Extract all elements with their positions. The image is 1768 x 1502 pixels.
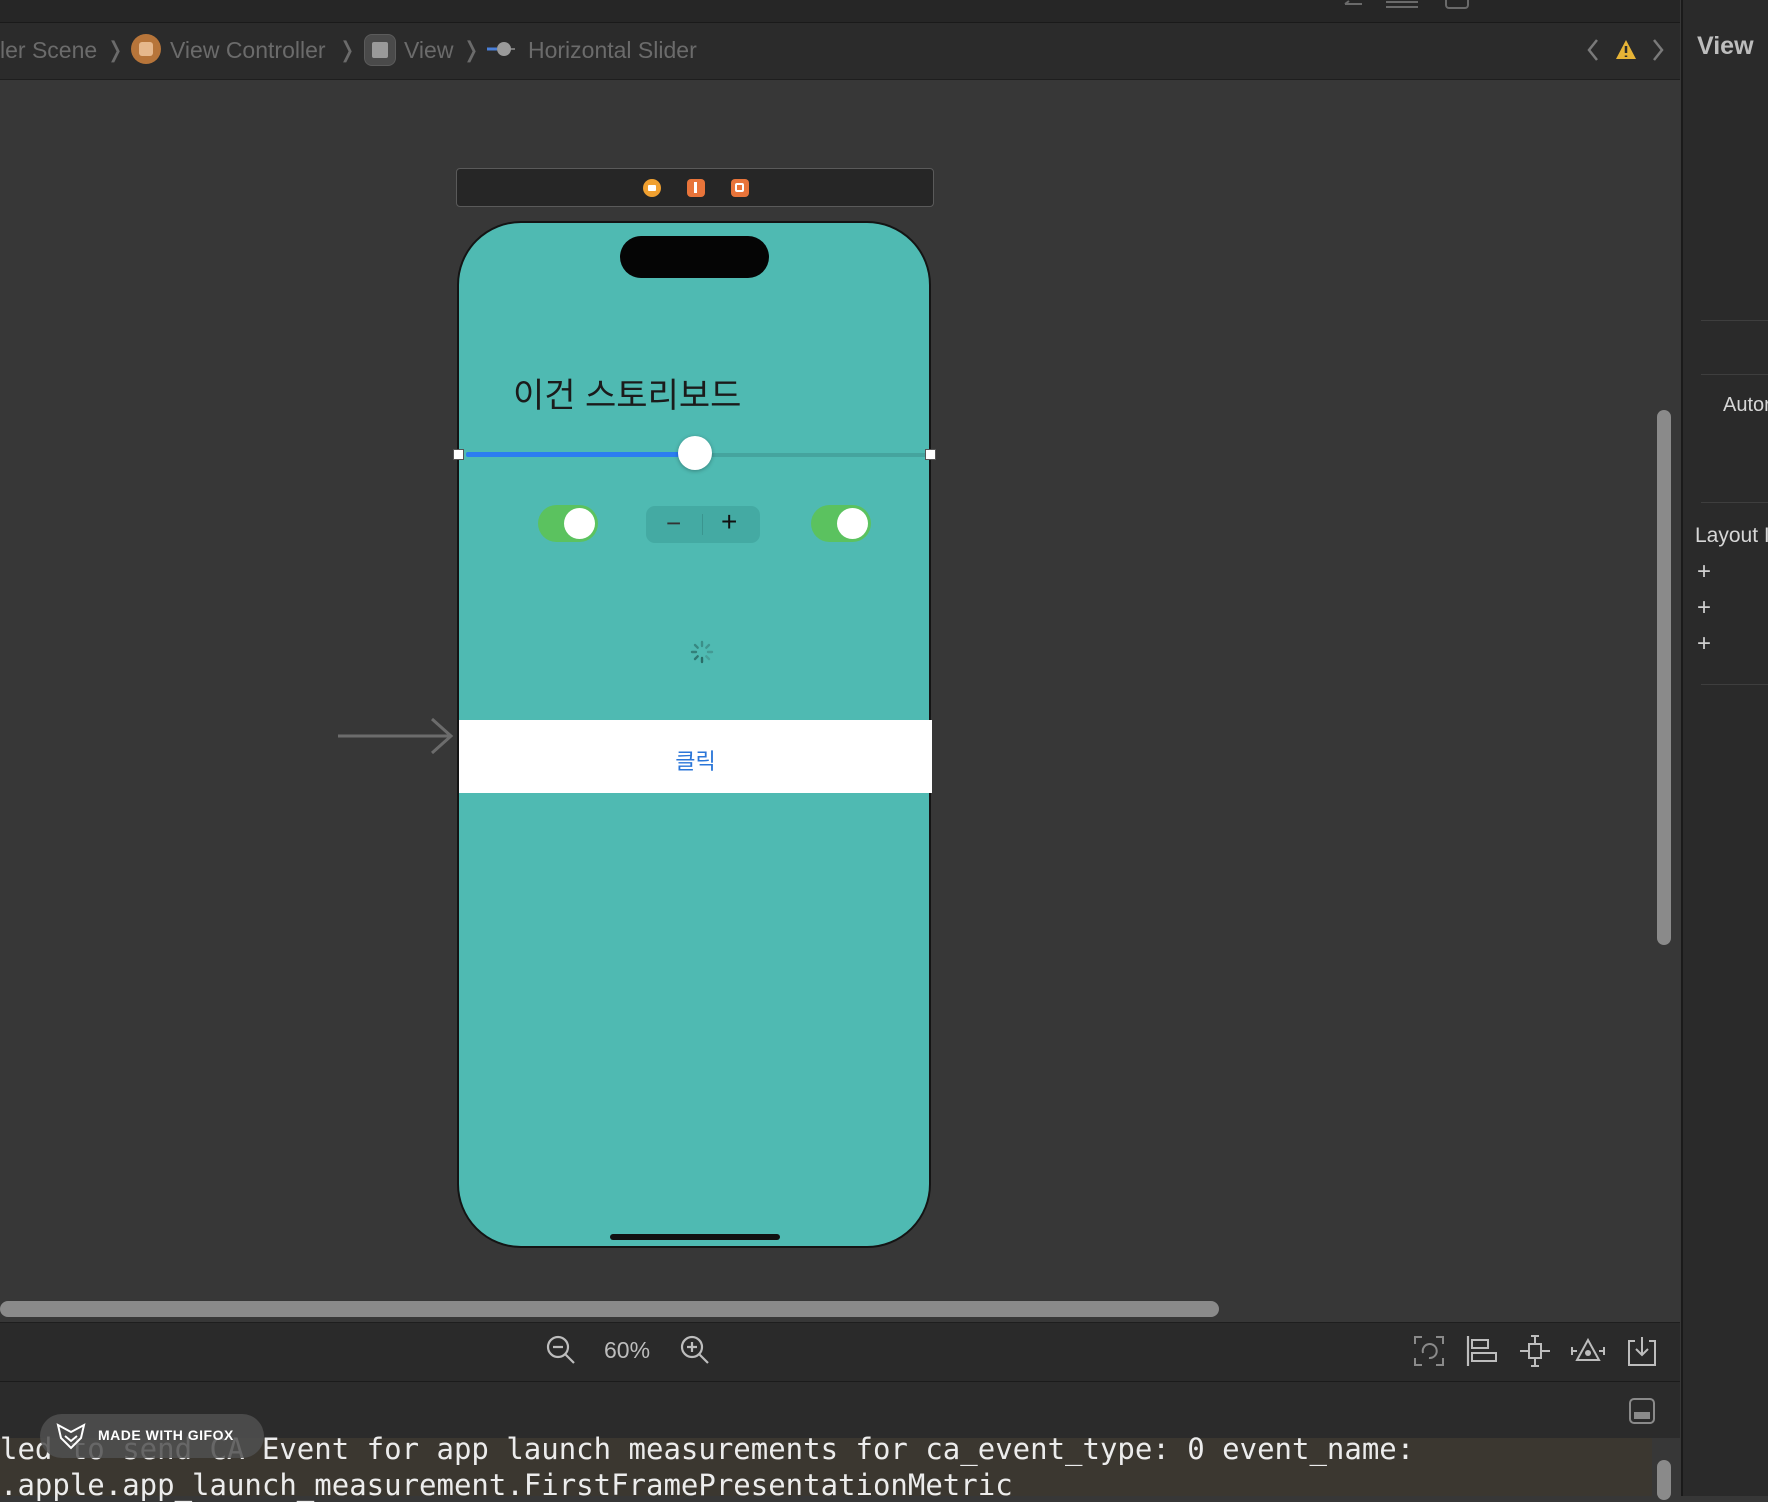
- zoom-level: 60%: [604, 1337, 651, 1363]
- pin-icon[interactable]: [1519, 1335, 1551, 1367]
- scene-dock: [456, 168, 934, 207]
- slider-max-track: [695, 453, 931, 457]
- resolve-issues-icon[interactable]: [1571, 1335, 1605, 1367]
- first-responder-icon[interactable]: [687, 179, 705, 197]
- selection-handle-left[interactable]: [453, 449, 464, 460]
- view-controller-dock-icon[interactable]: [643, 179, 661, 197]
- home-indicator: [610, 1234, 780, 1240]
- next-issue-icon: [1653, 39, 1664, 61]
- selection-handle-right[interactable]: [925, 449, 936, 460]
- crumb-view-controller[interactable]: View Controller: [170, 37, 326, 64]
- canvas-horizontal-scrollbar[interactable]: [0, 1301, 1219, 1317]
- dynamic-island: [620, 236, 769, 278]
- inspector-panel: View Autor Layout I + + +: [1681, 0, 1768, 1496]
- add-button[interactable]: +: [1697, 594, 1711, 622]
- crumb-separator: ❭: [462, 37, 481, 62]
- initial-view-controller-arrow[interactable]: [338, 716, 458, 756]
- autoresizing-label: Autor: [1723, 394, 1768, 416]
- editor-options-icon[interactable]: [1340, 0, 1470, 14]
- view-icon: [364, 34, 396, 66]
- switch-right[interactable]: [811, 505, 871, 542]
- update-frames-icon[interactable]: [1413, 1335, 1445, 1367]
- inspector-title: View: [1697, 32, 1754, 60]
- stepper-decrement[interactable]: −: [666, 508, 681, 539]
- canvas-bottom-toolbar: [0, 1322, 1680, 1381]
- canvas-vertical-scrollbar[interactable]: [1657, 410, 1671, 945]
- zoom-out-icon[interactable]: [545, 1334, 577, 1366]
- activity-indicator[interactable]: [690, 640, 714, 664]
- gifox-label: MADE WITH GIFOX: [98, 1427, 234, 1443]
- crumb-scene[interactable]: ler Scene: [0, 37, 97, 64]
- layout-guides-label: Layout I: [1695, 524, 1768, 547]
- stepper-increment[interactable]: +: [721, 506, 737, 538]
- add-button[interactable]: +: [1697, 630, 1711, 658]
- issue-navigation[interactable]: [1586, 37, 1666, 63]
- exit-icon[interactable]: [731, 179, 749, 197]
- crumb-horizontal-slider[interactable]: Horizontal Slider: [528, 37, 697, 64]
- slider-min-track: [466, 452, 695, 457]
- gifox-logo-icon: [56, 1423, 86, 1450]
- crumb-view[interactable]: View: [404, 37, 453, 64]
- switch-left[interactable]: [538, 505, 598, 542]
- previous-issue-icon: [1587, 39, 1598, 61]
- slider-thumb[interactable]: [678, 436, 712, 470]
- embed-icon[interactable]: [1626, 1335, 1658, 1367]
- jump-bar: ler Scene ❭ View Controller ❭ View ❭ Hor…: [0, 23, 1680, 80]
- add-button[interactable]: +: [1697, 558, 1711, 586]
- console-line: .apple.app_launch_measurement.FirstFrame…: [0, 1468, 1013, 1502]
- console-scrollbar[interactable]: [1657, 1460, 1671, 1500]
- stepper[interactable]: − +: [646, 506, 760, 543]
- slider-icon: [487, 42, 515, 56]
- console-toggle-icon[interactable]: [1629, 1398, 1655, 1424]
- window-top-strip: [0, 0, 1680, 23]
- zoom-in-icon[interactable]: [679, 1334, 711, 1366]
- view-controller-icon: [131, 34, 161, 64]
- crumb-separator: ❭: [338, 37, 357, 62]
- click-button[interactable]: 클릭: [459, 744, 932, 776]
- title-label[interactable]: 이건 스토리보드: [513, 368, 741, 417]
- align-icon[interactable]: [1466, 1335, 1498, 1367]
- gifox-watermark: MADE WITH GIFOX: [40, 1414, 264, 1458]
- crumb-separator: ❭: [106, 37, 125, 62]
